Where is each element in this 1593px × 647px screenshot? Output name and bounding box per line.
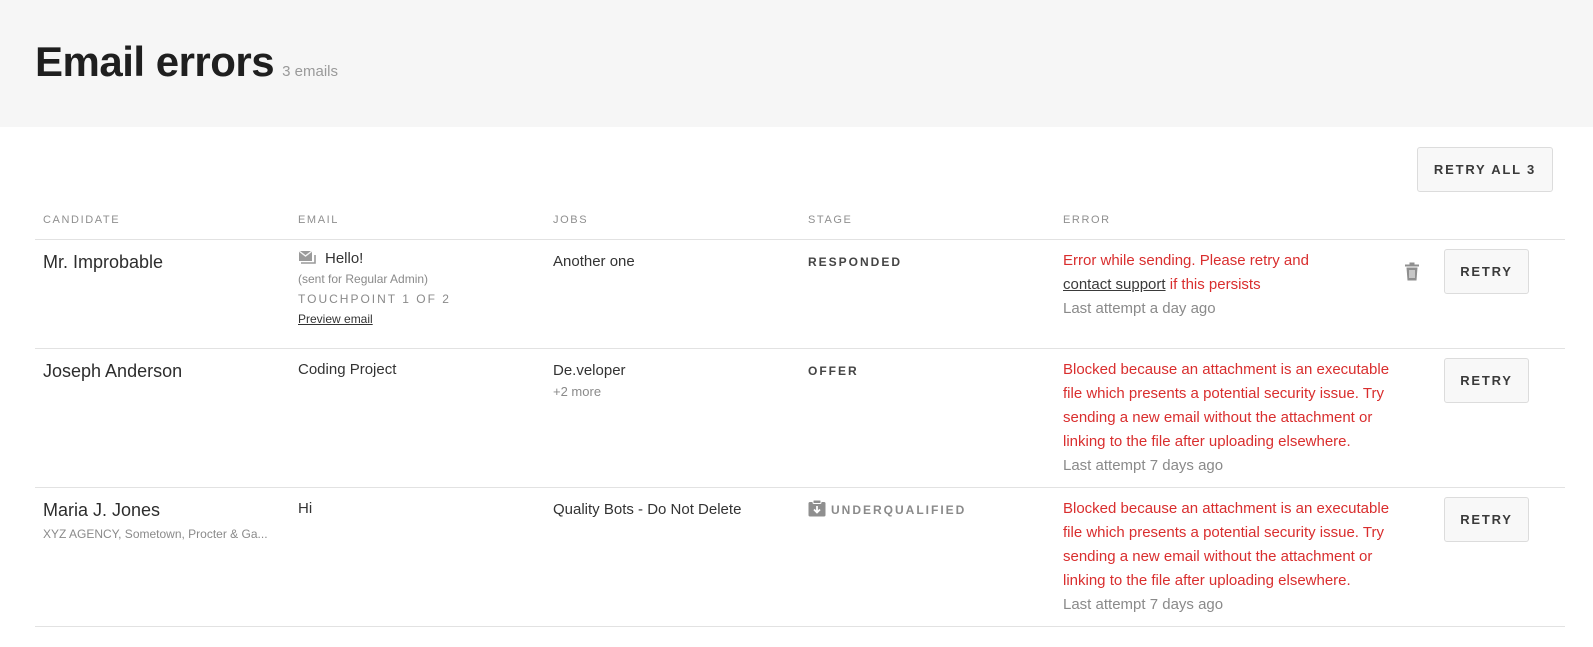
error-message: Error while sending. Please retry and con… (1063, 249, 1408, 297)
candidate-company: XYZ AGENCY, Sometown, Procter & Ga... (43, 527, 268, 541)
job-name[interactable]: De.veloper (553, 362, 626, 379)
email-subject: Hello! (325, 250, 364, 267)
candidate-cell: Joseph Anderson (43, 361, 182, 382)
email-errors-table: CANDIDATE EMAIL JOBS STAGE ERROR Mr. Imp… (35, 200, 1565, 627)
candidate-name[interactable]: Joseph Anderson (43, 361, 182, 382)
email-sent-for: (sent for Regular Admin) (298, 272, 429, 286)
email-count: 3 emails (282, 63, 338, 80)
jobs-cell: De.veloper +2 more (553, 362, 626, 399)
column-header-error: ERROR (1063, 214, 1111, 226)
stage-label: RESPONDED (808, 255, 903, 269)
last-attempt: Last attempt 7 days ago (1063, 596, 1224, 613)
email-subject: Hi (298, 500, 313, 517)
page-title-text: Email errors (35, 38, 275, 85)
archive-icon (808, 499, 826, 520)
error-message: Blocked because an attachment is an exec… (1063, 361, 1390, 450)
column-header-jobs: JOBS (553, 214, 589, 226)
job-name[interactable]: Quality Bots - Do Not Delete (553, 501, 741, 518)
table-row: Joseph Anderson Coding Project De.velope… (35, 349, 1565, 488)
stage-cell: RESPONDED (808, 255, 902, 269)
candidate-cell: Maria J. Jones XYZ AGENCY, Sometown, Pro… (43, 500, 268, 541)
candidate-name[interactable]: Maria J. Jones (43, 500, 268, 521)
last-attempt: Last attempt 7 days ago (1063, 457, 1224, 474)
last-attempt: Last attempt a day ago (1063, 300, 1216, 317)
email-cell: Hi (298, 500, 312, 517)
preview-email-link[interactable]: Preview email (298, 312, 373, 326)
column-header-candidate: CANDIDATE (43, 214, 121, 226)
stage-label: UNDERQUALIFIED (831, 503, 967, 517)
error-message: Blocked because an attachment is an exec… (1063, 500, 1390, 589)
envelope-icon (298, 250, 316, 268)
column-header-email: EMAIL (298, 214, 340, 226)
email-cell: Coding Project (298, 361, 396, 378)
email-subject-line: Hello! (298, 250, 451, 268)
jobs-cell: Quality Bots - Do Not Delete (553, 501, 741, 518)
error-suffix: if this persists (1165, 276, 1261, 293)
error-text: Error while sending. Please retry and (1063, 252, 1309, 269)
column-header-stage: STAGE (808, 214, 853, 226)
candidate-cell: Mr. Improbable (43, 252, 163, 273)
error-cell: Error while sending. Please retry and con… (1063, 249, 1408, 321)
email-subject: Coding Project (298, 361, 397, 378)
stage-cell: OFFER (808, 364, 859, 378)
page-header: Email errors 3 emails (0, 0, 1593, 127)
table-row: Mr. Improbable Hello! (sent for Regular … (35, 240, 1565, 349)
job-name[interactable]: Another one (553, 253, 635, 270)
more-jobs-link[interactable]: +2 more (553, 384, 626, 399)
stage-cell: UNDERQUALIFIED (808, 499, 967, 520)
table-header: CANDIDATE EMAIL JOBS STAGE ERROR (35, 200, 1565, 240)
candidate-name[interactable]: Mr. Improbable (43, 252, 163, 273)
retry-button[interactable]: RETRY (1444, 358, 1529, 403)
contact-support-link[interactable]: contact support (1063, 276, 1166, 293)
trash-icon[interactable] (1404, 262, 1420, 286)
retry-button[interactable]: RETRY (1444, 497, 1529, 542)
touchpoint-label: TOUCHPOINT 1 OF 2 (298, 292, 451, 306)
retry-button[interactable]: RETRY (1444, 249, 1529, 294)
stage-label: OFFER (808, 364, 859, 378)
table-row: Maria J. Jones XYZ AGENCY, Sometown, Pro… (35, 488, 1565, 627)
error-cell: Blocked because an attachment is an exec… (1063, 497, 1408, 617)
error-cell: Blocked because an attachment is an exec… (1063, 358, 1408, 478)
retry-all-button[interactable]: RETRY ALL 3 (1417, 147, 1553, 192)
page-title: Email errors 3 emails (35, 38, 338, 86)
jobs-cell: Another one (553, 253, 635, 270)
email-cell: Hello! (sent for Regular Admin) TOUCHPOI… (298, 250, 451, 328)
stage-line: UNDERQUALIFIED (808, 499, 967, 520)
